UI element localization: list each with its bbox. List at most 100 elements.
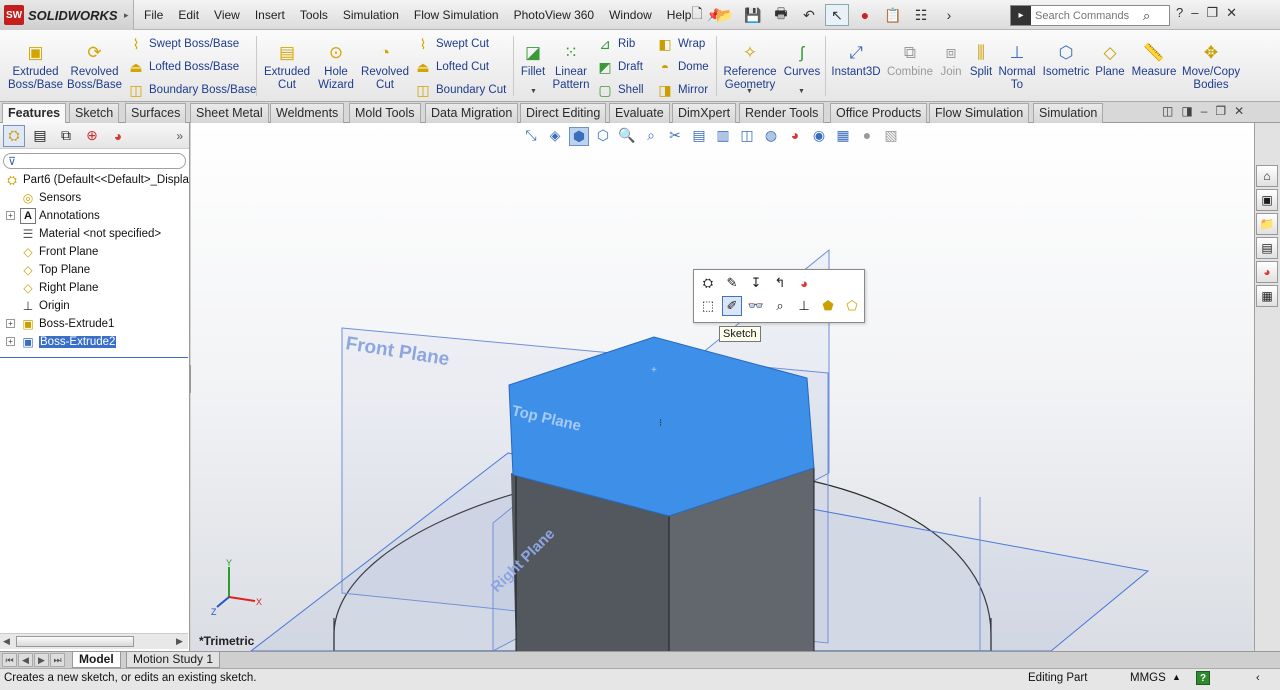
tile-vertical-icon[interactable]: ◨ bbox=[1181, 104, 1192, 118]
view-palette-icon[interactable]: ▤ bbox=[1256, 237, 1278, 259]
property-manager-tab-icon[interactable]: ▤ bbox=[29, 125, 51, 147]
restore-icon[interactable]: ❐ bbox=[1206, 5, 1218, 21]
new-document-icon[interactable]: 🗋 bbox=[685, 4, 709, 26]
tree-item-sensors[interactable]: ◎ Sensors bbox=[20, 189, 81, 207]
rebuild-traffic-light-icon[interactable]: ● bbox=[853, 4, 877, 26]
draft-button[interactable]: ◩ Draft bbox=[596, 57, 643, 77]
select-other-icon[interactable]: ⬚ bbox=[698, 296, 718, 316]
plane-button[interactable]: ◇ Plane bbox=[1094, 30, 1126, 79]
expand-icon[interactable]: + bbox=[6, 319, 15, 328]
apply-scene-icon[interactable]: ◕ bbox=[785, 127, 805, 146]
tab-direct-editing[interactable]: Direct Editing bbox=[520, 103, 607, 123]
file-properties-icon[interactable]: 📋 bbox=[881, 4, 905, 26]
tab-weldments[interactable]: Weldments bbox=[270, 103, 345, 123]
search-commands[interactable]: ▸ ⌕ bbox=[1010, 5, 1170, 26]
expand-icon[interactable]: + bbox=[6, 337, 15, 346]
menu-file[interactable]: File bbox=[144, 8, 163, 22]
tab-sheet-metal[interactable]: Sheet Metal bbox=[190, 103, 269, 123]
menu-view[interactable]: View bbox=[214, 8, 240, 22]
doc-close-icon[interactable]: ✕ bbox=[1234, 104, 1244, 118]
view-settings-icon[interactable]: ▥ bbox=[713, 127, 733, 146]
display-style-icon[interactable]: ⬡ bbox=[593, 127, 613, 146]
tab-model[interactable]: Model bbox=[72, 652, 121, 668]
reference-geometry-button[interactable]: ✧ Reference Geometry bbox=[722, 30, 778, 92]
help-icon[interactable]: ? bbox=[1196, 671, 1210, 685]
tab-flow-simulation[interactable]: Flow Simulation bbox=[929, 103, 1030, 123]
tree-item-boss-extrude2[interactable]: + ▣ Boss-Extrude2 bbox=[6, 333, 118, 351]
tree-item-front-plane[interactable]: ◇ Front Plane bbox=[20, 243, 98, 261]
tab-mold-tools[interactable]: Mold Tools bbox=[349, 103, 421, 123]
shadows-icon[interactable]: ▧ bbox=[881, 127, 901, 146]
tab-office-products[interactable]: Office Products bbox=[830, 103, 928, 123]
menu-insert[interactable]: Insert bbox=[255, 8, 285, 22]
menu-edit[interactable]: Edit bbox=[178, 8, 199, 22]
appearances-icon[interactable]: ◕ bbox=[1256, 261, 1278, 283]
3d-scene[interactable]: + ⁝ Front Plane Top Plane Right Plane bbox=[191, 123, 1254, 651]
split-button[interactable]: ⫼ Split bbox=[966, 30, 996, 79]
normal-to-icon[interactable]: ⊥ bbox=[794, 296, 814, 316]
solidworks-resources-icon[interactable]: ⌂ bbox=[1256, 165, 1278, 187]
rib-button[interactable]: ⊿ Rib bbox=[596, 34, 635, 54]
revolved-boss-button[interactable]: ⟳ Revolved Boss/Base bbox=[67, 30, 122, 92]
edit-feature-icon[interactable]: ⛭ bbox=[698, 273, 718, 293]
doc-minimize-icon[interactable]: – bbox=[1201, 104, 1208, 118]
expand-icon[interactable]: + bbox=[6, 211, 15, 220]
cut-extrude-icon[interactable]: ⬠ bbox=[842, 296, 862, 316]
fillet-dropdown-icon[interactable]: ▼ bbox=[530, 88, 537, 95]
curves-dropdown-icon[interactable]: ▼ bbox=[798, 88, 805, 95]
undo-icon[interactable]: ↶ bbox=[797, 4, 821, 26]
tree-item-annotations[interactable]: + A Annotations bbox=[6, 207, 100, 225]
tree-item-top-plane[interactable]: ◇ Top Plane bbox=[20, 261, 90, 279]
boundary-cut-button[interactable]: ◫ Boundary Cut bbox=[414, 80, 506, 100]
custom-properties-icon[interactable]: ▦ bbox=[1256, 285, 1278, 307]
hide-icon[interactable]: 👓 bbox=[746, 296, 766, 316]
tab-surfaces[interactable]: Surfaces bbox=[125, 103, 187, 123]
select-arrow-icon[interactable]: ↖ bbox=[825, 4, 849, 26]
open-folder-icon[interactable]: 📂 bbox=[713, 4, 737, 26]
fillet-button[interactable]: ◪ Fillet bbox=[517, 30, 549, 79]
customize-toolbar-icon[interactable]: › bbox=[937, 4, 961, 26]
boundary-boss-button[interactable]: ◫ Boundary Boss/Base bbox=[127, 80, 256, 100]
menu-flow-simulation[interactable]: Flow Simulation bbox=[414, 8, 499, 22]
menu-pin-icon[interactable]: ▸ bbox=[124, 10, 129, 21]
scroll-thumb[interactable] bbox=[16, 636, 134, 647]
tab-features[interactable]: Features bbox=[2, 103, 67, 124]
tree-item-material[interactable]: ☰ Material <not specified> bbox=[20, 225, 162, 243]
swept-boss-button[interactable]: ⌇ Swept Boss/Base bbox=[127, 34, 240, 54]
rollback-icon[interactable]: ↧ bbox=[746, 273, 766, 293]
first-tab-icon[interactable]: ⏮ bbox=[2, 653, 17, 667]
zoom-to-selection-icon[interactable]: ⌕ bbox=[770, 296, 790, 316]
options-icon[interactable]: ☷ bbox=[909, 4, 933, 26]
realview-icon[interactable]: ● bbox=[857, 127, 877, 146]
display-manager-tab-icon[interactable]: ◕ bbox=[107, 125, 129, 147]
appearance-icon[interactable]: ◕ bbox=[794, 273, 814, 293]
extruded-boss-button[interactable]: ▣ Extruded Boss/Base bbox=[8, 30, 63, 92]
menu-simulation[interactable]: Simulation bbox=[343, 8, 399, 22]
tab-render-tools[interactable]: Render Tools bbox=[739, 103, 825, 123]
search-icon[interactable]: ⌕ bbox=[1143, 8, 1150, 24]
graphics-area[interactable]: + ⁝ Front Plane Top Plane Right Plane ⤡ … bbox=[191, 123, 1254, 651]
last-tab-icon[interactable]: ⏭ bbox=[50, 653, 65, 667]
scroll-left-icon[interactable]: ◀ bbox=[3, 636, 10, 647]
wrap-button[interactable]: ◧ Wrap bbox=[656, 34, 705, 54]
search-commands-input[interactable] bbox=[1031, 6, 1143, 25]
menu-window[interactable]: Window bbox=[609, 8, 652, 22]
tree-item-right-plane[interactable]: ◇ Right Plane bbox=[20, 279, 98, 297]
parent-child-icon[interactable]: ↰ bbox=[770, 273, 790, 293]
mirror-button[interactable]: ◨ Mirror bbox=[656, 80, 708, 100]
zoom-to-fit-icon[interactable]: ⤡ bbox=[521, 127, 541, 146]
menu-tools[interactable]: Tools bbox=[300, 8, 328, 22]
lofted-boss-button[interactable]: ⏏ Lofted Boss/Base bbox=[127, 57, 239, 77]
save-icon[interactable]: 💾 bbox=[741, 4, 765, 26]
design-library-icon[interactable]: ▣ bbox=[1256, 189, 1278, 211]
units-dropdown-icon[interactable]: ▲ bbox=[1172, 672, 1181, 682]
tab-sketch[interactable]: Sketch bbox=[69, 103, 120, 123]
dome-button[interactable]: ◓ Dome bbox=[656, 57, 709, 77]
close-icon[interactable]: ✕ bbox=[1226, 5, 1237, 21]
view-setting-icon[interactable]: ▦ bbox=[833, 127, 853, 146]
curves-button[interactable]: ʃ Curves bbox=[783, 30, 821, 79]
normal-to-button[interactable]: ⊥ Normal To bbox=[998, 30, 1036, 92]
instant3d-button[interactable]: ⤢ Instant3D bbox=[830, 30, 882, 79]
shell-button[interactable]: ▢ Shell bbox=[596, 80, 643, 100]
linear-pattern-button[interactable]: ⁙ Linear Pattern bbox=[550, 30, 592, 92]
